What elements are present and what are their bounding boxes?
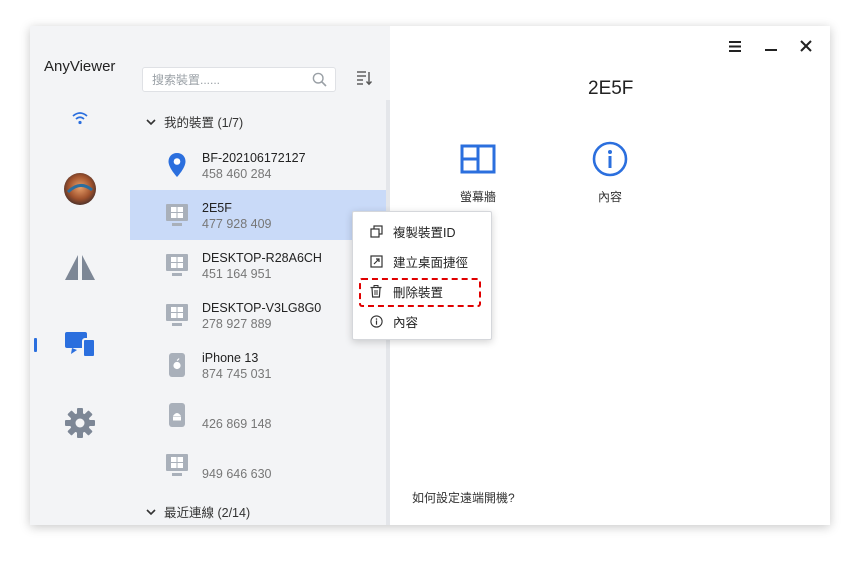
chevron-down-icon <box>146 508 156 515</box>
copy-icon <box>369 224 383 238</box>
group-label: 我的裝置 (1/7) <box>164 116 244 130</box>
sort-icon[interactable] <box>356 70 373 91</box>
search-input[interactable] <box>143 68 303 91</box>
device-id: 278 927 889 <box>202 317 272 331</box>
device-row[interactable]: BF-202106172127 458 460 284 <box>130 140 386 190</box>
menu-item-label: 內容 <box>393 315 419 330</box>
chevron-down-icon <box>146 118 156 125</box>
android-phone-icon <box>164 402 190 428</box>
avatar[interactable] <box>60 169 100 209</box>
device-row[interactable]: DESKTOP-R28A6CH 451 164 951 <box>130 240 386 290</box>
windows-pc-icon <box>164 302 190 328</box>
device-id: 477 928 409 <box>202 217 272 231</box>
device-id: 426 869 148 <box>202 417 272 431</box>
active-indicator <box>34 338 37 352</box>
windows-pc-icon <box>164 252 190 278</box>
group-label: 最近連線 (2/14) <box>164 506 251 520</box>
device-id: 458 460 284 <box>202 167 272 181</box>
device-row[interactable]: iPhone 13 874 745 031 <box>130 340 386 390</box>
info-icon <box>570 139 650 179</box>
delete-highlight-box <box>359 278 481 307</box>
devices-icon[interactable] <box>60 324 100 364</box>
menu-item-label: 複製裝置ID <box>393 225 456 240</box>
app-title: AnyViewer <box>44 58 116 75</box>
windows-pc-icon <box>164 452 190 478</box>
properties-button[interactable]: 內容 <box>570 139 650 205</box>
device-name: DESKTOP-R28A6CH <box>202 251 322 265</box>
menu-item-copy-id[interactable]: 複製裝置ID <box>353 216 491 246</box>
menu-item-properties[interactable]: 內容 <box>353 306 491 336</box>
search-icon[interactable] <box>312 72 327 92</box>
device-id: 949 646 630 <box>202 467 272 481</box>
context-menu: 複製裝置ID 建立桌面捷徑 刪除裝置 內容 <box>352 211 492 340</box>
location-pin-icon <box>164 152 190 178</box>
gear-icon[interactable] <box>60 403 100 443</box>
group-recent[interactable]: 最近連線 (2/14) <box>146 502 250 521</box>
device-title: 2E5F <box>588 78 634 99</box>
device-id: 874 745 031 <box>202 367 272 381</box>
device-list-pane: 我的裝置 (1/7) BF-202106172127 458 460 284 2… <box>130 26 390 525</box>
device-row[interactable]: DESKTOP-V3LG8G0 278 927 889 <box>130 290 386 340</box>
action-label: 螢幕牆 <box>459 190 496 204</box>
remote-control-icon[interactable] <box>60 247 100 287</box>
device-row[interactable]: 949 646 630 <box>130 440 386 490</box>
info-icon <box>369 314 383 328</box>
device-id: 451 164 951 <box>202 267 272 281</box>
device-name: DESKTOP-V3LG8G0 <box>202 301 322 315</box>
windows-pc-icon <box>164 202 190 228</box>
menu-item-label: 建立桌面捷徑 <box>393 255 469 270</box>
remote-wake-help-link[interactable]: 如何設定遠端開機? <box>412 489 515 506</box>
device-name: 2E5F <box>202 201 232 215</box>
search-box <box>142 67 336 92</box>
shortcut-icon <box>369 254 383 268</box>
menu-item-create-shortcut[interactable]: 建立桌面捷徑 <box>353 246 491 276</box>
action-label: 內容 <box>597 190 622 204</box>
wifi-icon[interactable] <box>60 98 100 138</box>
menu-icon[interactable] <box>726 38 744 54</box>
screen-wall-button[interactable]: 螢幕牆 <box>438 139 518 205</box>
group-my-devices[interactable]: 我的裝置 (1/7) <box>146 112 243 131</box>
device-row[interactable]: 426 869 148 <box>130 390 386 440</box>
nav-rail: AnyViewer <box>30 26 130 525</box>
apple-phone-icon <box>164 352 190 378</box>
device-name: iPhone 13 <box>202 351 259 365</box>
minimize-icon[interactable] <box>762 38 780 54</box>
device-row-selected[interactable]: 2E5F 477 928 409 <box>130 190 386 240</box>
screen-wall-icon <box>438 139 518 179</box>
close-icon[interactable] <box>797 38 815 54</box>
device-name: BF-202106172127 <box>202 151 306 165</box>
